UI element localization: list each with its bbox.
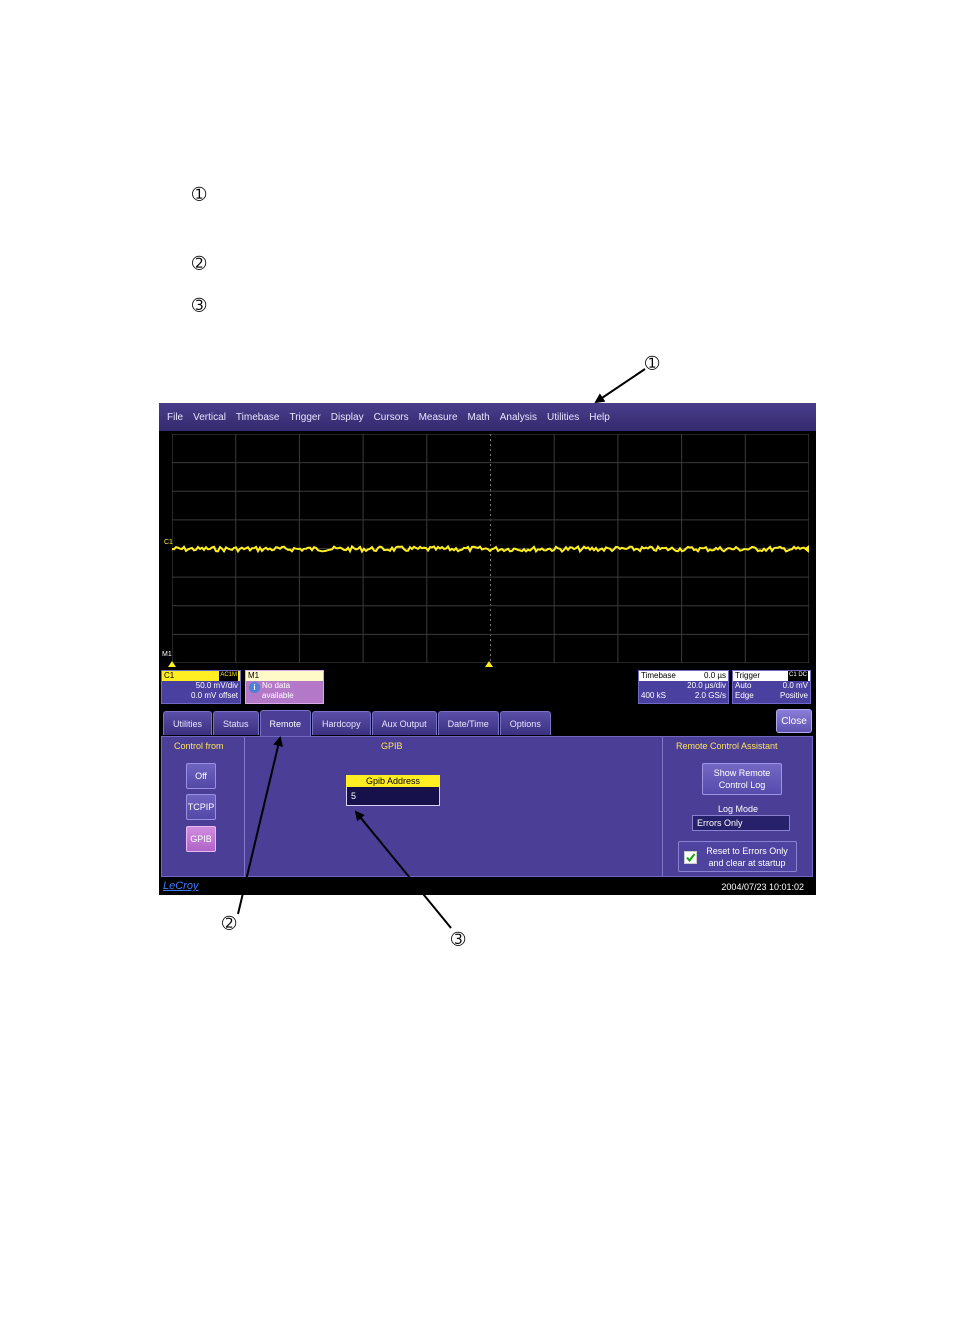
- c1-scale: 50.0 mV/div: [195, 681, 238, 690]
- control-tcpip-button[interactable]: TCPIP: [186, 794, 216, 820]
- trigger-time-marker-icon: [485, 661, 493, 667]
- reset-errors-option[interactable]: Reset to Errors Only and clear at startu…: [678, 841, 797, 872]
- menu-display[interactable]: Display: [331, 412, 364, 423]
- reset-checkbox[interactable]: [684, 851, 697, 864]
- c1-title: C1: [164, 671, 175, 680]
- show-log-line1: Show Remote: [713, 768, 771, 778]
- menu-help[interactable]: Help: [589, 412, 610, 423]
- ground-marker-icon: [168, 661, 176, 667]
- m1-line1: No data: [262, 681, 291, 690]
- gpib-address-label: Gpib Address: [346, 775, 440, 787]
- control-from-title: Control from: [174, 741, 224, 751]
- trigger-descriptor[interactable]: Trigger C1 DC Auto 0.0 mV Edge Positive: [732, 670, 811, 704]
- reset-line2: and clear at startup: [708, 858, 786, 868]
- waveform-grid: [172, 434, 809, 663]
- m1-descriptor[interactable]: M1 i No data available: [245, 670, 324, 704]
- assistant-title: Remote Control Assistant: [676, 741, 778, 751]
- dialog-tabs: Utilities Status Remote Hardcopy Aux Out…: [163, 710, 552, 737]
- callout-3: ➂: [451, 930, 466, 950]
- gpib-address-field[interactable]: Gpib Address 5: [346, 775, 440, 807]
- divider: [244, 737, 245, 876]
- reset-line1: Reset to Errors Only: [706, 846, 788, 856]
- tab-remote[interactable]: Remote: [259, 710, 312, 736]
- show-log-line2: Control Log: [718, 780, 766, 790]
- timebase-rate: 2.0 GS/s: [694, 691, 726, 700]
- log-mode-select[interactable]: Errors Only: [692, 815, 790, 831]
- tab-date-time[interactable]: Date/Time: [437, 711, 499, 735]
- trigger-level: 0.0 mV: [782, 681, 808, 690]
- lecroy-logo: LeCroy: [163, 880, 199, 892]
- menu-analysis[interactable]: Analysis: [500, 412, 537, 423]
- trigger-title: Trigger: [735, 671, 761, 680]
- timebase-descriptor[interactable]: Timebase 0.0 µs 20.0 µs/div 400 kS 2.0 GS/…: [638, 670, 729, 704]
- log-mode-label: Log Mode: [718, 804, 759, 814]
- status-bar: LeCroy 2004/07/23 10:01:02: [159, 880, 816, 895]
- control-gpib-button[interactable]: GPIB: [186, 826, 216, 852]
- callout-1: ➀: [645, 354, 660, 374]
- menu-file[interactable]: File: [167, 412, 183, 423]
- list-marker-2: ➁: [192, 254, 207, 274]
- callout-2: ➁: [222, 914, 237, 934]
- trigger-type: Edge: [735, 691, 754, 700]
- list-marker-1: ➀: [192, 185, 207, 205]
- m1-trace-label: M1: [162, 651, 172, 658]
- trigger-mode: Auto: [735, 681, 752, 690]
- arrow-1: [594, 368, 646, 404]
- tab-status[interactable]: Status: [213, 711, 259, 735]
- timebase-title: Timebase: [641, 671, 676, 680]
- menu-math[interactable]: Math: [468, 412, 490, 423]
- trigger-level-marker: [804, 545, 809, 553]
- menu-timebase[interactable]: Timebase: [236, 412, 280, 423]
- check-icon: [686, 853, 696, 863]
- c1-offset: 0.0 mV offset: [191, 691, 238, 700]
- oscilloscope-screenshot: File Vertical Timebase Trigger Display C…: [159, 403, 816, 895]
- trigger-source: C1 DC: [787, 671, 808, 681]
- menu-trigger[interactable]: Trigger: [289, 412, 320, 423]
- close-button[interactable]: Close: [776, 709, 812, 733]
- menu-bar: File Vertical Timebase Trigger Display C…: [159, 403, 816, 431]
- timebase-delay: 0.0 µs: [704, 671, 726, 680]
- timebase-samples: 400 kS: [641, 691, 666, 700]
- menu-measure[interactable]: Measure: [419, 412, 458, 423]
- trigger-slope: Positive: [779, 691, 808, 700]
- menu-vertical[interactable]: Vertical: [193, 412, 226, 423]
- c1-trace-label: C1: [164, 539, 173, 546]
- gpib-title: GPIB: [381, 741, 403, 751]
- tab-aux-output[interactable]: Aux Output: [371, 711, 437, 735]
- divider: [662, 737, 663, 876]
- menu-cursors[interactable]: Cursors: [374, 412, 409, 423]
- show-remote-log-button[interactable]: Show Remote Control Log: [702, 763, 782, 795]
- remote-settings-panel: Control from Off TCPIP GPIB GPIB Gpib Ad…: [161, 736, 813, 877]
- tab-hardcopy[interactable]: Hardcopy: [312, 711, 371, 735]
- gpib-address-input[interactable]: 5: [346, 787, 440, 806]
- list-marker-3: ➂: [192, 296, 207, 316]
- m1-title: M1: [246, 671, 323, 681]
- m1-line2: available: [262, 691, 294, 700]
- menu-utilities[interactable]: Utilities: [547, 412, 579, 423]
- control-off-button[interactable]: Off: [186, 763, 216, 789]
- c1-coupling: AC1M: [219, 671, 238, 681]
- timebase-per-div: 20.0 µs/div: [687, 681, 726, 690]
- tab-utilities[interactable]: Utilities: [163, 711, 213, 735]
- c1-descriptor[interactable]: C1 AC1M 50.0 mV/div 0.0 mV offset: [161, 670, 241, 704]
- tab-options[interactable]: Options: [499, 711, 551, 735]
- status-datetime: 2004/07/23 10:01:02: [721, 882, 804, 892]
- reset-label: Reset to Errors Only and clear at startu…: [699, 845, 795, 869]
